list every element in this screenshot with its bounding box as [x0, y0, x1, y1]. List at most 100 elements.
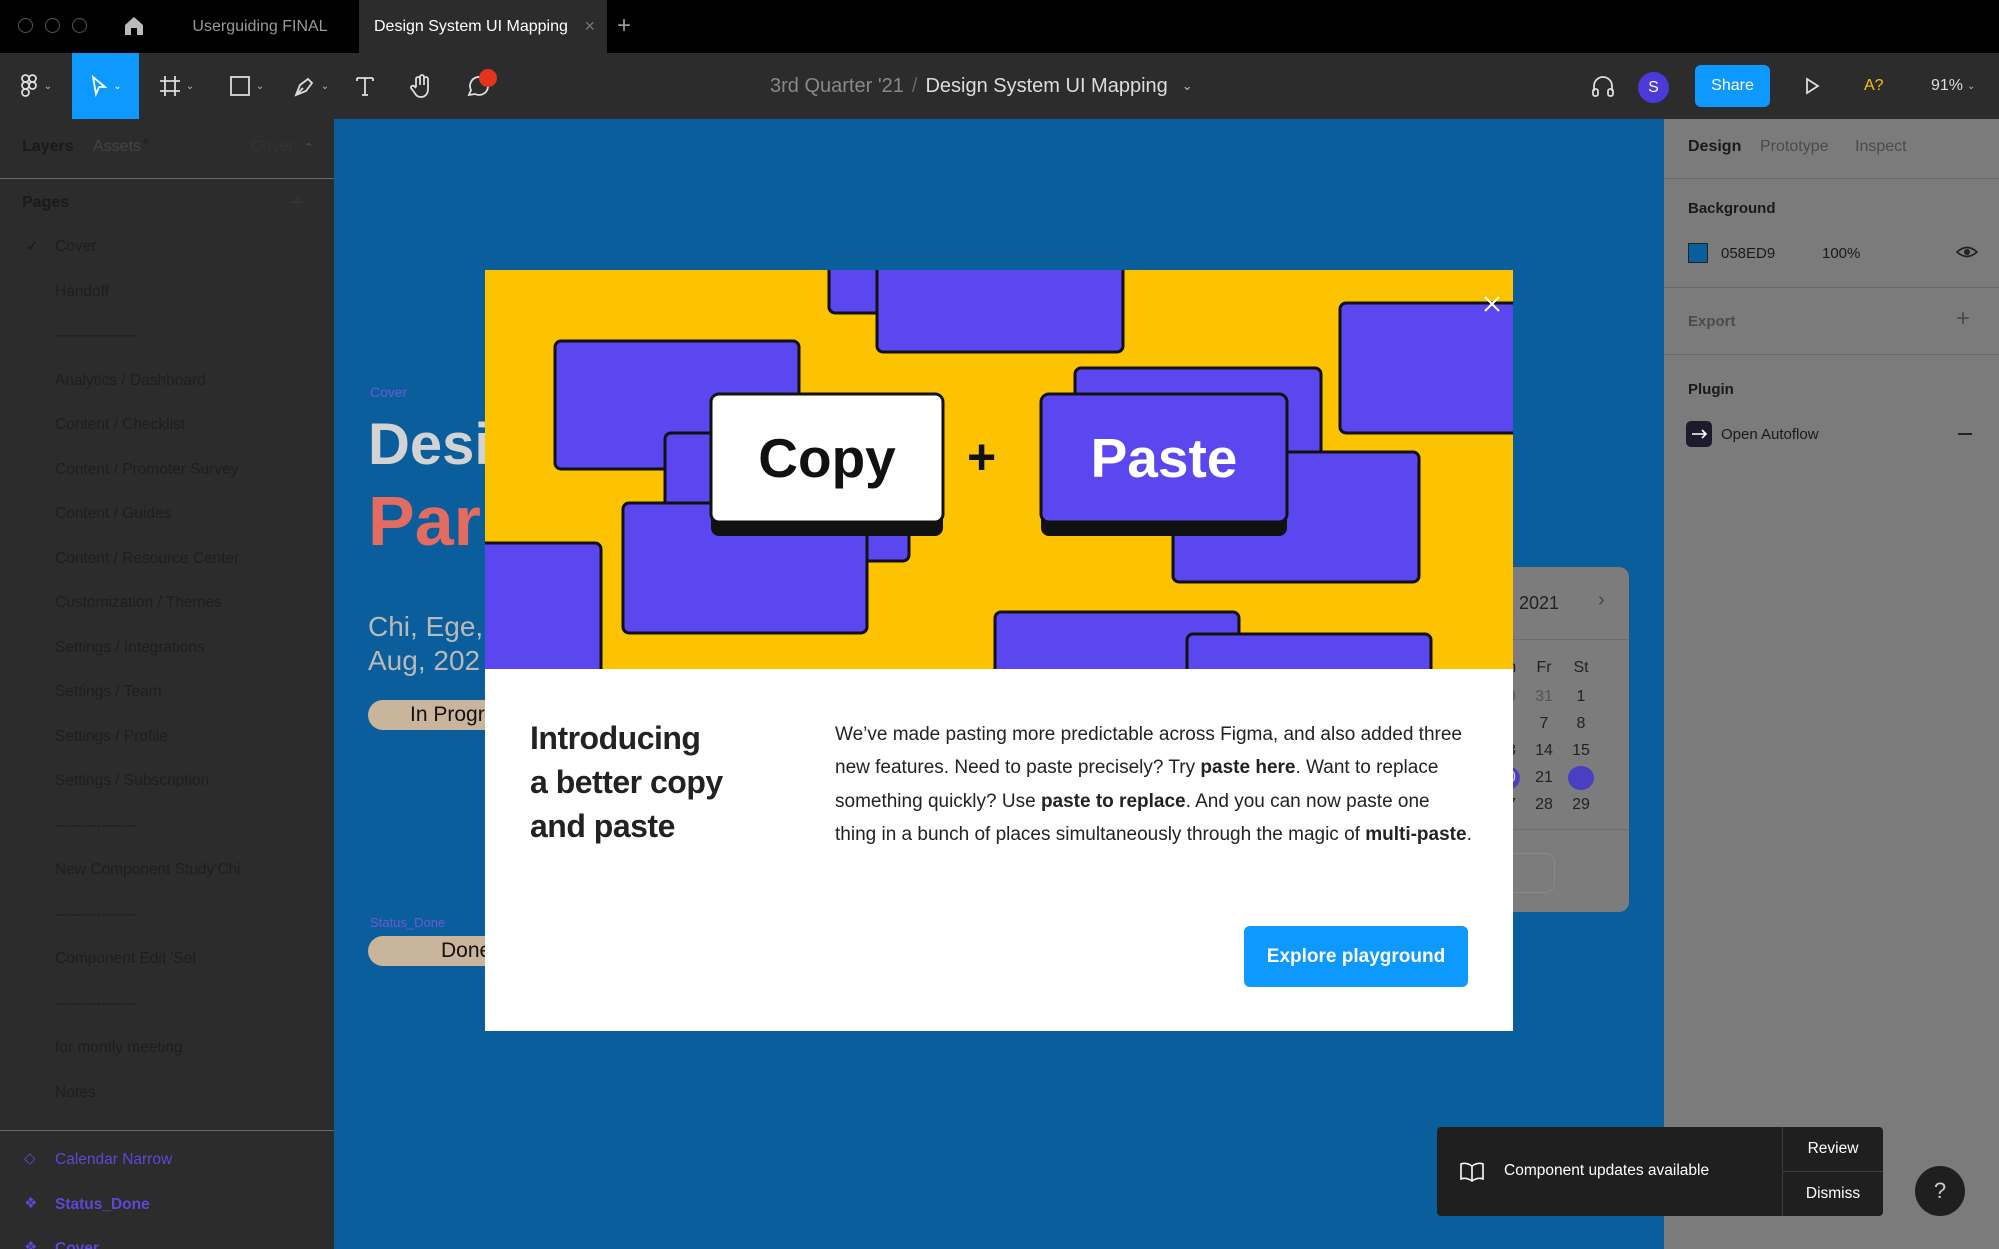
close-icon[interactable] [1479, 292, 1505, 318]
calendar-day[interactable]: 7 [1531, 712, 1557, 736]
home-icon[interactable] [122, 14, 146, 43]
cover-title-line1: Desi [368, 412, 491, 477]
window-minimize-icon[interactable] [45, 18, 60, 33]
zoom-value: 91% [1931, 77, 1964, 94]
page-switcher[interactable]: Cover ⌃ [251, 138, 313, 156]
comment-tool-button[interactable] [460, 53, 497, 119]
page-item[interactable]: Settings / Subscription [0, 766, 334, 796]
tab-layers[interactable]: Layers [22, 138, 74, 156]
checkmark-icon: ✓ [26, 238, 39, 255]
zoom-menu[interactable]: 91% ⌄ [1931, 53, 1975, 119]
frame-label-cover[interactable]: Cover [370, 384, 407, 400]
remove-plugin-icon[interactable] [1958, 433, 1972, 435]
share-button[interactable]: Share [1695, 65, 1770, 107]
tab-label: Design System UI Mapping [374, 17, 568, 35]
layer-item[interactable]: ❖ Cover [0, 1234, 334, 1249]
notification-dot [479, 69, 497, 87]
page-item[interactable]: Customization / Themes [0, 588, 334, 618]
page-item[interactable]: Content / Promoter Survey [0, 455, 334, 485]
tab-inspect[interactable]: Inspect [1855, 138, 1907, 156]
window-close-icon[interactable] [18, 18, 33, 33]
frame-label-status-done[interactable]: Status_Done [370, 915, 445, 930]
page-item-label: ---------------- [55, 905, 138, 923]
divider [0, 178, 334, 179]
present-button[interactable] [1797, 53, 1827, 119]
page-item[interactable]: Analytics / Dashboard [0, 366, 334, 396]
page-item-label: for montly meeting [55, 1039, 183, 1056]
layer-item[interactable]: ❖ Status_Done [0, 1190, 334, 1220]
pen-tool-button[interactable]: ⌄ [285, 53, 337, 119]
calendar-day[interactable]: 14 [1531, 739, 1557, 763]
tab-assets[interactable]: Assets [93, 138, 141, 156]
add-export-icon[interactable]: + [1956, 305, 1970, 333]
avatar[interactable]: S [1638, 72, 1669, 103]
page-item[interactable]: ---------------- [0, 989, 334, 1019]
plugin-name[interactable]: Open Autoflow [1721, 426, 1819, 443]
hand-tool-button[interactable] [405, 53, 439, 119]
body-text: . [1466, 823, 1472, 845]
page-item[interactable]: Content / Guides [0, 499, 334, 529]
page-item[interactable]: Handoff [0, 277, 334, 307]
tab-prototype[interactable]: Prototype [1760, 138, 1828, 156]
calendar-day[interactable]: 29 [1568, 793, 1594, 817]
page-item-label: Settings / Integrations [55, 638, 205, 656]
diamond-outline-icon: ◇ [24, 1150, 36, 1167]
window-maximize-icon[interactable] [72, 18, 87, 33]
tab-design[interactable]: Design [1688, 138, 1741, 156]
text-tool-button[interactable] [350, 53, 380, 119]
dismiss-button[interactable]: Dismiss [1783, 1172, 1883, 1216]
page-item[interactable]: ---------------- [0, 900, 334, 930]
help-button[interactable]: ? [1915, 1166, 1965, 1216]
frame-tool-button[interactable]: ⌄ [150, 53, 202, 119]
main-menu-button[interactable]: ⌄ [0, 53, 70, 119]
calendar-day[interactable]: 28 [1531, 793, 1557, 817]
layer-item[interactable]: ◇ Calendar Narrow [0, 1145, 334, 1175]
eye-icon[interactable] [1955, 243, 1979, 266]
explore-playground-button[interactable]: Explore playground [1244, 926, 1468, 987]
page-item[interactable]: Content / Resource Center [0, 544, 334, 574]
page-item[interactable]: Content / Checklist [0, 410, 334, 440]
accessibility-check-button[interactable]: A? [1864, 53, 1884, 119]
page-item-label: Notes [55, 1083, 96, 1101]
tab-userguiding-final[interactable]: Userguiding FINAL [160, 0, 360, 53]
page-item[interactable]: ✓ Cover [0, 232, 334, 262]
shape-tool-button[interactable]: ⌄ [220, 53, 272, 119]
project-name[interactable]: 3rd Quarter '21 [770, 75, 904, 98]
background-color-swatch[interactable] [1688, 243, 1708, 263]
hero-paste-label: Paste [1090, 427, 1238, 489]
feature-announcement-modal: Copy + Paste Introducing a better copy a… [485, 270, 1513, 1031]
page-item[interactable]: ---------------- [0, 811, 334, 841]
page-item[interactable]: Component Edit 'Sel [0, 944, 334, 974]
calendar-day[interactable]: 15 [1568, 739, 1594, 763]
cover-authors: Chi, Ege, [368, 611, 484, 642]
page-item[interactable]: ---------------- [0, 321, 334, 351]
page-item[interactable]: Notes [0, 1078, 334, 1108]
page-item-label: Analytics / Dashboard [55, 371, 206, 389]
add-page-icon[interactable]: + [290, 187, 305, 218]
calendar-day[interactable]: 21 [1531, 766, 1557, 790]
page-item[interactable]: Settings / Profile [0, 722, 334, 752]
new-tab-icon[interactable]: + [617, 12, 631, 40]
review-button[interactable]: Review [1783, 1127, 1883, 1171]
page-item[interactable]: New Component Study'Chi [0, 855, 334, 885]
audio-button[interactable] [1586, 53, 1620, 119]
file-name[interactable]: Design System UI Mapping [925, 75, 1167, 98]
background-hex-input[interactable]: 058ED9 [1721, 245, 1775, 262]
close-tab-icon[interactable]: × [584, 16, 595, 37]
layer-item-label: Cover [55, 1240, 99, 1249]
chevron-right-icon[interactable]: › [1598, 589, 1605, 612]
divider [1664, 178, 1999, 179]
calendar-day[interactable]: 8 [1568, 712, 1594, 736]
page-item[interactable]: Settings / Team [0, 677, 334, 707]
page-item[interactable]: Settings / Integrations [0, 633, 334, 663]
calendar-day[interactable] [1568, 766, 1594, 790]
page-item[interactable]: for montly meeting [0, 1033, 334, 1063]
calendar-day[interactable]: 31 [1531, 685, 1557, 709]
calendar-day[interactable]: 1 [1568, 685, 1594, 709]
move-tool-button[interactable]: ⌄ [72, 53, 139, 119]
chevron-down-icon[interactable]: ⌄ [1182, 78, 1193, 94]
book-icon [1459, 1162, 1485, 1187]
tab-design-system-ui-mapping[interactable]: Design System UI Mapping × [359, 0, 607, 53]
background-opacity-input[interactable]: 100% [1822, 245, 1860, 262]
right-panel: Design Prototype Inspect Background 058E… [1664, 119, 1999, 1249]
